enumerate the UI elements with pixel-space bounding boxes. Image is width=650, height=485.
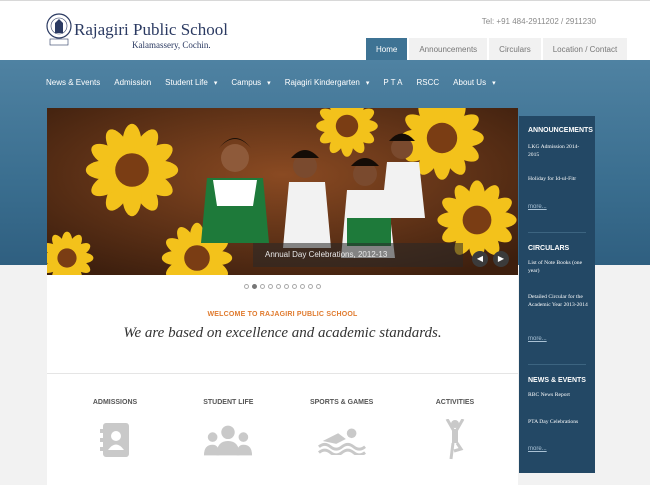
slider-dot[interactable] bbox=[276, 284, 281, 289]
tab-home[interactable]: Home bbox=[366, 38, 408, 61]
top-tabs: Home Announcements Circulars Location / … bbox=[366, 38, 629, 61]
section-admissions[interactable]: ADMISSIONS bbox=[60, 399, 170, 462]
slider-dot[interactable] bbox=[300, 284, 305, 289]
nav-campus[interactable]: Campus ▾ bbox=[231, 78, 270, 87]
section-title: SPORTS & GAMES bbox=[309, 399, 374, 406]
tab-location-contact[interactable]: Location / Contact bbox=[542, 38, 628, 61]
section-student-life[interactable]: STUDENT LIFE bbox=[173, 399, 283, 462]
nav-student-life[interactable]: Student Life ▾ bbox=[165, 78, 217, 87]
nav-label: News & Events bbox=[46, 78, 101, 87]
slider-next-icon[interactable]: ▶ bbox=[493, 251, 509, 267]
section-activities[interactable]: ACTIVITIES bbox=[400, 399, 510, 462]
caret-down-icon: ▾ bbox=[365, 79, 370, 87]
section-title: ACTIVITIES bbox=[435, 399, 475, 406]
tagline: We are based on excellence and academic … bbox=[123, 325, 442, 341]
slider-dot[interactable] bbox=[260, 284, 265, 289]
section-title: ADMISSIONS bbox=[92, 399, 138, 406]
yoga-pose-icon bbox=[430, 418, 480, 462]
slider-dot[interactable] bbox=[292, 284, 297, 289]
site-header: Rajagiri Public School Kalamassery, Coch… bbox=[0, 0, 650, 61]
feature-sections: ADMISSIONS STUDENT LIFE SPORTS & GAMES A… bbox=[60, 399, 510, 462]
nav-label: P T A bbox=[383, 78, 403, 87]
caret-down-icon: ▾ bbox=[213, 79, 218, 87]
section-sports-games[interactable]: SPORTS & GAMES bbox=[287, 399, 397, 462]
nav-news-events[interactable]: News & Events bbox=[46, 78, 100, 87]
divider bbox=[47, 373, 518, 374]
slider-dots bbox=[244, 284, 324, 289]
circular-link[interactable]: List of Note Books (one year) bbox=[528, 259, 590, 275]
swimmer-icon bbox=[317, 418, 367, 462]
nav-label: Admission bbox=[114, 78, 152, 87]
slider-dot[interactable] bbox=[284, 284, 289, 289]
slider-dot[interactable] bbox=[316, 284, 321, 289]
slider-dot[interactable] bbox=[268, 284, 273, 289]
nav-label: Rajagiri Kindergarten bbox=[284, 78, 360, 87]
news-more-link[interactable]: more... bbox=[528, 446, 547, 452]
news-link[interactable]: PTA Day Celebrations bbox=[528, 418, 590, 426]
caret-down-icon: ▾ bbox=[267, 79, 271, 87]
divider bbox=[528, 232, 586, 233]
caret-down-icon: ▾ bbox=[492, 79, 496, 87]
slider-prev-icon[interactable]: ◀ bbox=[472, 251, 488, 267]
nav-label: Student Life bbox=[165, 78, 208, 87]
main-nav: News & Events Admission Student Life ▾ Ca… bbox=[46, 78, 510, 87]
school-crest-icon bbox=[46, 13, 72, 46]
slide-caption: Annual Day Celebrations, 2012-13 bbox=[253, 243, 463, 267]
announcement-link[interactable]: LKG Admission 2014-2015 bbox=[528, 143, 590, 159]
news-events-heading: NEWS & EVENTS bbox=[528, 377, 586, 384]
slider-dot[interactable] bbox=[252, 284, 257, 289]
section-title: STUDENT LIFE bbox=[203, 399, 254, 406]
news-link[interactable]: RBC News Report bbox=[528, 391, 590, 399]
school-name: Rajagiri Public School bbox=[74, 20, 228, 39]
tab-circulars[interactable]: Circulars bbox=[489, 38, 541, 61]
nav-pta[interactable]: P T A bbox=[383, 78, 402, 87]
circulars-heading: CIRCULARS bbox=[528, 245, 570, 252]
divider bbox=[528, 364, 586, 365]
welcome-heading: WELCOME TO RAJAGIRI PUBLIC SCHOOL bbox=[207, 311, 358, 318]
nav-label: RSCC bbox=[416, 78, 440, 87]
group-icon bbox=[203, 418, 253, 462]
news-sidebar: ANNOUNCEMENTS LKG Admission 2014-2015 Ho… bbox=[519, 116, 595, 473]
nav-about-us[interactable]: About Us ▾ bbox=[453, 78, 495, 87]
nav-label: Campus bbox=[231, 78, 262, 87]
circular-link[interactable]: Detailed Circular for the Academic Year … bbox=[528, 293, 590, 309]
nav-label: About Us bbox=[453, 78, 487, 87]
slider-dot[interactable] bbox=[244, 284, 249, 289]
telephone-text: Tel: +91 484-2911202 / 2911230 bbox=[481, 17, 596, 26]
announcements-heading: ANNOUNCEMENTS bbox=[528, 127, 593, 134]
school-logo[interactable]: Rajagiri Public School Kalamassery, Coch… bbox=[46, 13, 228, 53]
announcement-link[interactable]: Holiday for Id-ul-Fitr bbox=[528, 175, 590, 183]
nav-rscc[interactable]: RSCC bbox=[417, 78, 440, 87]
image-slider[interactable]: Annual Day Celebrations, 2012-13 ◀ ▶ bbox=[47, 108, 518, 275]
nav-admission[interactable]: Admission bbox=[114, 78, 151, 87]
school-location: Kalamassery, Cochin. bbox=[132, 40, 211, 50]
nav-kindergarten[interactable]: Rajagiri Kindergarten ▾ bbox=[285, 78, 370, 87]
slider-dot[interactable] bbox=[308, 284, 313, 289]
circulars-more-link[interactable]: more... bbox=[528, 336, 547, 342]
announcements-more-link[interactable]: more... bbox=[528, 204, 547, 210]
address-book-icon bbox=[90, 418, 140, 462]
tab-announcements[interactable]: Announcements bbox=[409, 38, 488, 61]
